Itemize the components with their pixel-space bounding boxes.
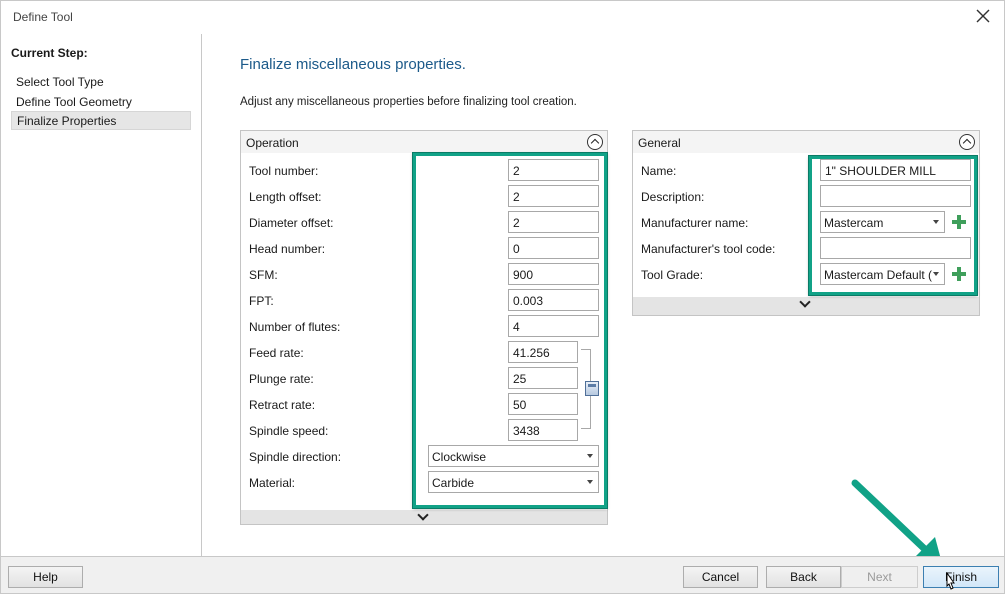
feed-rate-row: Feed rate: 41.256 — [241, 339, 607, 365]
step-select-tool-type[interactable]: Select Tool Type — [11, 73, 191, 92]
diameter-offset-row: Diameter offset: 2 — [241, 209, 607, 235]
spindle-direction-dropdown[interactable]: Clockwise — [428, 445, 599, 467]
add-icon[interactable] — [952, 215, 966, 229]
length-offset-field[interactable]: 2 — [508, 185, 599, 207]
chevron-down-icon — [587, 480, 593, 484]
steps-sidebar: Current Step: Select Tool Type Define To… — [1, 34, 202, 556]
name-row: Name: 1" SHOULDER MILL — [633, 157, 979, 183]
length-offset-row: Length offset: 2 — [241, 183, 607, 209]
sfm-row: SFM: 900 — [241, 261, 607, 287]
collapse-up-icon[interactable] — [587, 134, 603, 150]
operation-panel-header: Operation — [241, 131, 607, 153]
manufacturer-name-dropdown[interactable]: Mastercam — [820, 211, 945, 233]
next-button[interactable]: Next — [841, 566, 918, 588]
tool-number-field[interactable]: 2 — [508, 159, 599, 181]
general-panel: General Name: 1" SHOULDER MILL Descripti… — [632, 130, 980, 316]
plunge-rate-label: Plunge rate: — [249, 372, 314, 386]
fpt-label: FPT: — [249, 294, 274, 308]
head-number-field[interactable]: 0 — [508, 237, 599, 259]
step-finalize-properties[interactable]: Finalize Properties — [11, 111, 191, 130]
retract-rate-label: Retract rate: — [249, 398, 316, 412]
number-of-flutes-label: Number of flutes: — [249, 320, 341, 334]
step-define-tool-geometry[interactable]: Define Tool Geometry — [11, 93, 191, 112]
finish-button[interactable]: Finish — [923, 566, 999, 588]
manufacturer-tool-code-field[interactable] — [820, 237, 971, 259]
page-title: Finalize miscellaneous properties. — [240, 56, 466, 73]
chevron-down-icon — [933, 220, 939, 224]
general-panel-expander[interactable] — [633, 296, 979, 315]
number-of-flutes-field[interactable]: 4 — [508, 315, 599, 337]
spindle-direction-value: Clockwise — [432, 450, 487, 464]
manufacturer-name-value: Mastercam — [824, 216, 884, 230]
window-title: Define Tool — [13, 10, 73, 24]
fpt-field[interactable]: 0.003 — [508, 289, 599, 311]
diameter-offset-field[interactable]: 2 — [508, 211, 599, 233]
tool-grade-value: Mastercam Default ( — [824, 268, 933, 282]
tool-grade-label: Tool Grade: — [641, 268, 704, 282]
retract-rate-row: Retract rate: 50 — [241, 391, 607, 417]
tool-grade-dropdown[interactable]: Mastercam Default ( — [820, 263, 945, 285]
material-value: Carbide — [432, 476, 475, 490]
expand-down-icon — [799, 296, 811, 308]
tool-number-row: Tool number: 2 — [241, 157, 607, 183]
mouse-cursor-icon — [946, 572, 955, 590]
name-label: Name: — [641, 164, 677, 178]
diameter-offset-label: Diameter offset: — [249, 216, 334, 230]
feed-rate-field[interactable]: 41.256 — [508, 341, 578, 363]
operation-fields: Tool number: 2 Length offset: 2 Diameter… — [241, 153, 607, 510]
description-label: Description: — [641, 190, 705, 204]
material-dropdown[interactable]: Carbide — [428, 471, 599, 493]
spindle-direction-label: Spindle direction: — [249, 450, 342, 464]
operation-panel-expander[interactable] — [241, 509, 607, 524]
manufacturer-tool-code-label: Manufacturer's tool code: — [641, 242, 776, 256]
tool-grade-row: Tool Grade: Mastercam Default ( — [633, 261, 979, 287]
material-row: Material: Carbide — [241, 469, 607, 495]
spindle-speed-row: Spindle speed: 3438 — [241, 417, 607, 443]
close-icon[interactable] — [974, 7, 992, 25]
tool-number-label: Tool number: — [249, 164, 319, 178]
expand-down-icon — [417, 509, 429, 521]
title-bar: Define Tool — [1, 1, 1004, 33]
spindle-speed-field[interactable]: 3438 — [508, 419, 578, 441]
head-number-row: Head number: 0 — [241, 235, 607, 261]
current-step-heading: Current Step: — [11, 46, 88, 60]
back-button[interactable]: Back — [766, 566, 841, 588]
material-label: Material: — [249, 476, 296, 490]
cancel-button[interactable]: Cancel — [683, 566, 758, 588]
plunge-rate-field[interactable]: 25 — [508, 367, 578, 389]
manufacturer-name-label: Manufacturer name: — [641, 216, 749, 230]
general-panel-title: General — [638, 136, 681, 150]
button-bar: Help Cancel Back Next Finish — [1, 556, 1004, 593]
number-of-flutes-row: Number of flutes: 4 — [241, 313, 607, 339]
spindle-direction-row: Spindle direction: Clockwise — [241, 443, 607, 469]
general-panel-header: General — [633, 131, 979, 153]
page-subtitle: Adjust any miscellaneous properties befo… — [240, 96, 577, 108]
spindle-speed-label: Spindle speed: — [249, 424, 329, 438]
operation-panel-title: Operation — [246, 136, 299, 150]
feed-rate-label: Feed rate: — [249, 346, 304, 360]
description-row: Description: — [633, 183, 979, 209]
main-content: Finalize miscellaneous properties. Adjus… — [203, 34, 1004, 556]
sfm-label: SFM: — [249, 268, 278, 282]
length-offset-label: Length offset: — [249, 190, 322, 204]
chevron-down-icon — [587, 454, 593, 458]
chevron-down-icon — [933, 272, 939, 276]
operation-panel: Operation Tool number: 2 Length offset: … — [240, 130, 608, 525]
general-fields: Name: 1" SHOULDER MILL Description: Manu… — [633, 153, 979, 298]
retract-rate-field[interactable]: 50 — [508, 393, 578, 415]
collapse-up-icon[interactable] — [959, 134, 975, 150]
plunge-rate-row: Plunge rate: 25 — [241, 365, 607, 391]
calculator-icon[interactable] — [585, 381, 599, 396]
description-field[interactable] — [820, 185, 971, 207]
manufacturer-name-row: Manufacturer name: Mastercam — [633, 209, 979, 235]
manufacturer-tool-code-row: Manufacturer's tool code: — [633, 235, 979, 261]
help-button[interactable]: Help — [8, 566, 83, 588]
head-number-label: Head number: — [249, 242, 326, 256]
add-icon[interactable] — [952, 267, 966, 281]
fpt-row: FPT: 0.003 — [241, 287, 607, 313]
name-field[interactable]: 1" SHOULDER MILL — [820, 159, 971, 181]
define-tool-dialog: Define Tool Current Step: Select Tool Ty… — [0, 0, 1005, 594]
sfm-field[interactable]: 900 — [508, 263, 599, 285]
